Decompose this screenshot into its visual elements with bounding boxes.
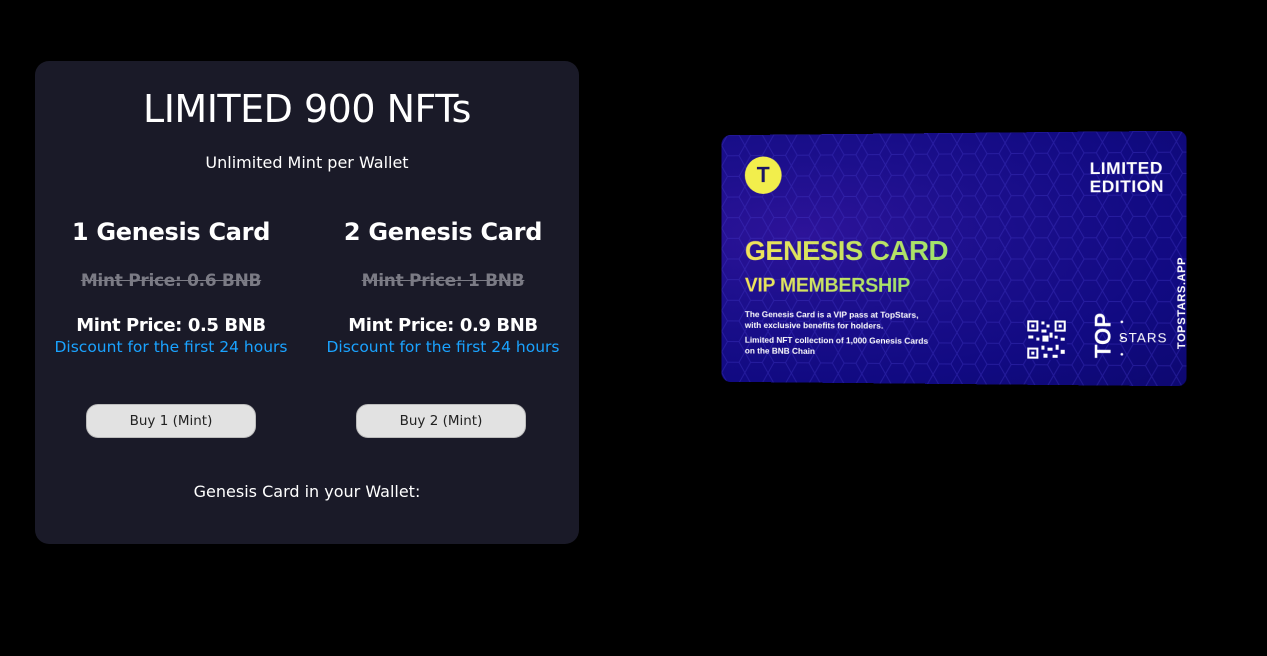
limited-line-1: LIMITED <box>1090 159 1164 178</box>
desc-line: on the BNB Chain <box>745 346 815 356</box>
mint-limit-text: Unlimited Mint per Wallet <box>35 153 579 172</box>
discount-note: Discount for the first 24 hours <box>307 338 579 356</box>
site-url: TOPSTARS.APP <box>1176 257 1186 349</box>
limited-edition-label: LIMITED EDITION <box>1090 159 1164 196</box>
wallet-balance-label: Genesis Card in your Wallet: <box>35 482 579 501</box>
card-title: GENESIS CARD <box>745 235 948 267</box>
option-2-genesis-card: 2 Genesis Card Mint Price: 1 BNB Mint Pr… <box>307 218 579 356</box>
card-subtitle: VIP MEMBERSHIP <box>745 275 910 298</box>
desc-line: Limited NFT collection of 1,000 Genesis … <box>745 335 928 346</box>
new-price: Mint Price: 0.5 BNB <box>35 315 307 336</box>
page-title: LIMITED 900 NFTs <box>35 87 579 131</box>
brand-stars: STARS <box>1119 330 1168 346</box>
topstars-brand-logo: TOP STARS <box>1092 316 1174 363</box>
old-price: Mint Price: 1 BNB <box>307 271 579 291</box>
genesis-card-image: T LIMITED EDITION TOPSTARS.APP GENESIS C… <box>722 131 1187 387</box>
option-name: 1 Genesis Card <box>35 218 307 246</box>
desc-line: with exclusive benefits for holders. <box>745 320 883 331</box>
mint-panel: LIMITED 900 NFTs Unlimited Mint per Wall… <box>35 61 579 544</box>
desc-line: The Genesis Card is a VIP pass at TopSta… <box>745 309 919 320</box>
brand-top: TOP <box>1092 313 1114 358</box>
topstars-logo-icon: T <box>745 156 782 194</box>
card-description: The Genesis Card is a VIP pass at TopSta… <box>745 309 941 362</box>
discount-note: Discount for the first 24 hours <box>35 338 307 356</box>
option-1-genesis-card: 1 Genesis Card Mint Price: 0.6 BNB Mint … <box>35 218 307 356</box>
new-price: Mint Price: 0.9 BNB <box>307 315 579 336</box>
limited-line-2: EDITION <box>1090 178 1164 197</box>
old-price: Mint Price: 0.6 BNB <box>35 271 307 291</box>
qr-code-icon <box>1026 319 1067 360</box>
buy-2-mint-button[interactable]: Buy 2 (Mint) <box>356 404 526 438</box>
option-name: 2 Genesis Card <box>307 218 579 246</box>
buy-1-mint-button[interactable]: Buy 1 (Mint) <box>86 404 256 438</box>
